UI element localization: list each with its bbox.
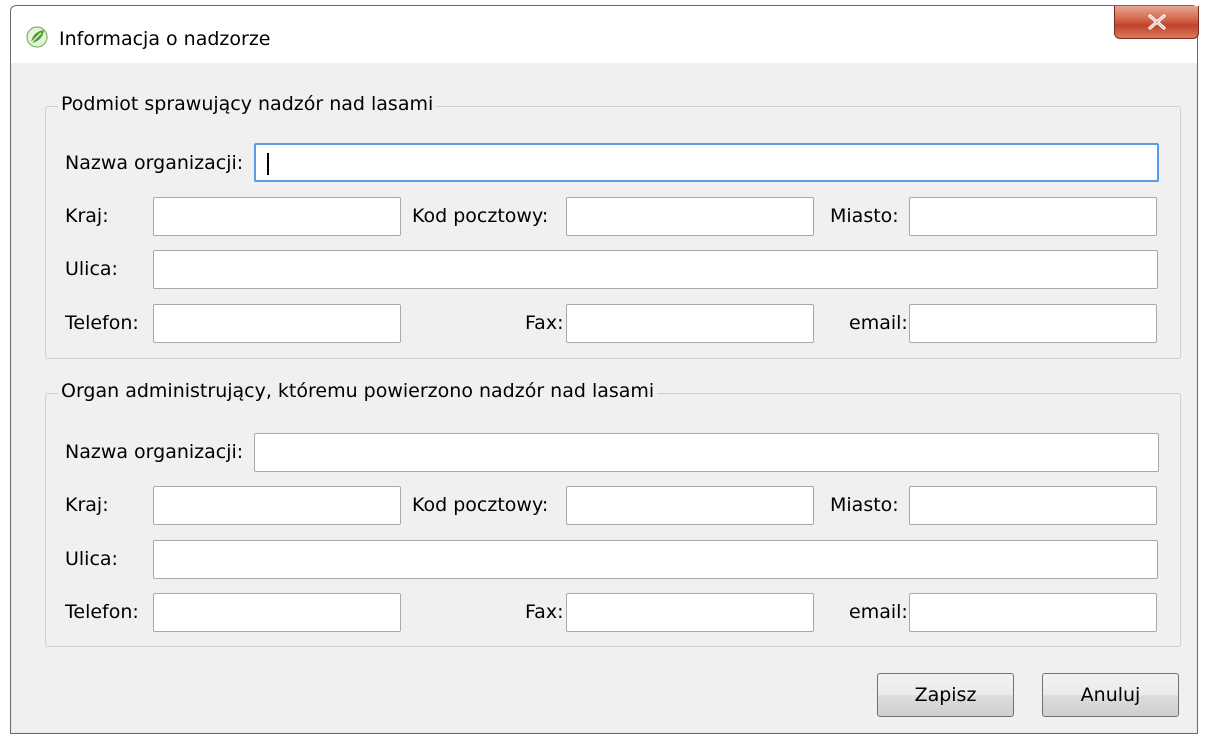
email-input[interactable] <box>909 304 1157 343</box>
org-name-label: Nazwa organizacji: <box>65 441 244 463</box>
postal-code-label: Kod pocztowy: <box>412 205 549 227</box>
country-input[interactable] <box>153 197 401 236</box>
save-button[interactable]: Zapisz <box>877 673 1014 717</box>
phone-input[interactable] <box>153 593 401 632</box>
dialog-content: Podmiot sprawujący nadzór nad lasami Naz… <box>19 63 1189 727</box>
street-input[interactable] <box>153 540 1158 579</box>
administrating-authority-group: Organ administrujący, któremu powierzono… <box>45 380 1181 647</box>
email-label: email: <box>849 601 908 623</box>
dialog-window: Informacja o nadzorze Podmiot sprawujący… <box>10 5 1199 734</box>
text-caret <box>267 153 269 175</box>
fax-input[interactable] <box>566 593 814 632</box>
email-input[interactable] <box>909 593 1157 632</box>
city-input[interactable] <box>909 197 1157 236</box>
leaf-icon <box>26 26 48 48</box>
street-input[interactable] <box>153 250 1158 289</box>
group-title: Podmiot sprawujący nadzór nad lasami <box>58 93 437 115</box>
fax-label: Fax: <box>525 601 564 623</box>
cancel-button[interactable]: Anuluj <box>1042 673 1179 717</box>
window-title: Informacja o nadzorze <box>59 28 271 50</box>
phone-label: Telefon: <box>65 312 139 334</box>
postal-code-label: Kod pocztowy: <box>412 494 549 516</box>
fax-label: Fax: <box>525 312 564 334</box>
city-label: Miasto: <box>830 494 899 516</box>
country-input[interactable] <box>153 486 401 525</box>
postal-code-input[interactable] <box>566 197 814 236</box>
supervising-entity-group: Podmiot sprawujący nadzór nad lasami Naz… <box>45 93 1181 359</box>
phone-input[interactable] <box>153 304 401 343</box>
street-label: Ulica: <box>65 548 118 570</box>
street-label: Ulica: <box>65 258 118 280</box>
fax-input[interactable] <box>566 304 814 343</box>
close-button[interactable] <box>1114 6 1199 39</box>
country-label: Kraj: <box>65 494 109 516</box>
group-title: Organ administrujący, któremu powierzono… <box>58 380 658 402</box>
org-name-input[interactable] <box>254 433 1159 472</box>
org-name-label: Nazwa organizacji: <box>65 152 244 174</box>
email-label: email: <box>849 312 908 334</box>
phone-label: Telefon: <box>65 601 139 623</box>
postal-code-input[interactable] <box>566 486 814 525</box>
close-icon <box>1148 14 1166 30</box>
city-label: Miasto: <box>830 205 899 227</box>
city-input[interactable] <box>909 486 1157 525</box>
org-name-input[interactable] <box>254 143 1159 182</box>
country-label: Kraj: <box>65 205 109 227</box>
title-bar: Informacja o nadzorze <box>11 6 1199 63</box>
